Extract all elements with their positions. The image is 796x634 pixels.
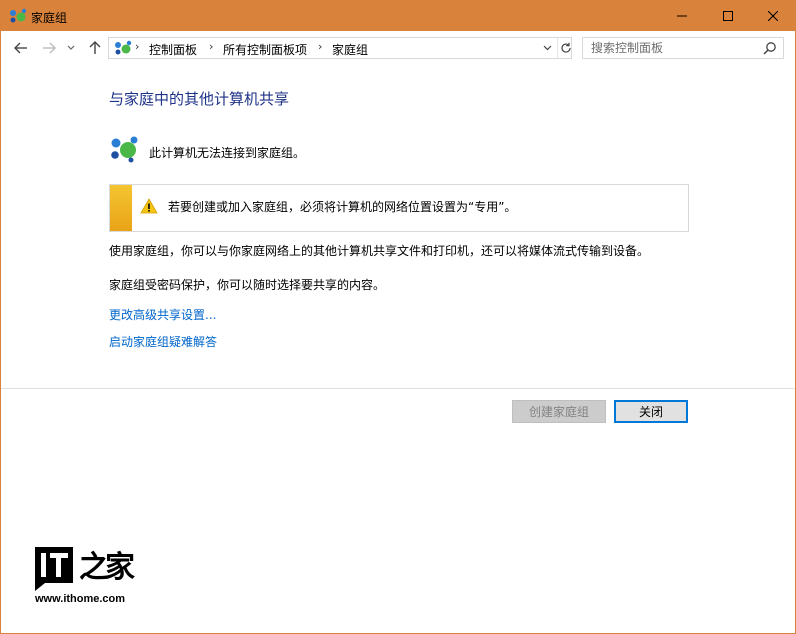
homegroup-icon xyxy=(10,8,27,23)
search-input[interactable] xyxy=(591,40,761,56)
description-text: 使用家庭组，你可以与你家庭网络上的其他计算机共享文件和打印机，还可以将媒体流式传… xyxy=(109,244,650,258)
maximize-icon xyxy=(723,11,733,21)
warning-icon xyxy=(140,198,158,214)
breadcrumb-homegroup[interactable]: 家庭组 xyxy=(332,41,368,58)
minimize-icon xyxy=(677,15,687,17)
watermark-url: www.ithome.com xyxy=(35,593,126,605)
forward-button[interactable] xyxy=(40,39,58,57)
back-button[interactable] xyxy=(12,39,30,57)
window-title: 家庭组 xyxy=(31,11,68,25)
up-arrow-icon xyxy=(89,41,101,54)
page-title: 与家庭中的其他计算机共享 xyxy=(109,90,290,108)
warning-text: 若要创建或加入家庭组，必须将计算机的网络位置设置为“专用”。 xyxy=(168,200,517,214)
search-box xyxy=(582,37,784,59)
chevron-right-icon: › xyxy=(135,40,140,53)
maximize-button[interactable] xyxy=(705,1,751,31)
warning-banner: 若要创建或加入家庭组，必须将计算机的网络位置设置为“专用”。 xyxy=(109,184,689,232)
chevron-right-icon: › xyxy=(209,40,214,53)
breadcrumb-control-panel[interactable]: 控制面板 xyxy=(149,41,197,58)
troubleshoot-link[interactable]: 启动家庭组疑难解答 xyxy=(109,333,217,350)
password-note-text: 家庭组受密码保护，你可以随时选择要共享的内容。 xyxy=(109,278,386,292)
refresh-icon xyxy=(560,42,571,53)
homegroup-icon xyxy=(115,40,132,55)
address-bar[interactable]: › 控制面板 › 所有控制面板项 › 家庭组 xyxy=(108,37,572,59)
address-dropdown-button[interactable] xyxy=(539,38,555,58)
close-button[interactable]: 关闭 xyxy=(614,400,688,423)
breadcrumb-all-items[interactable]: 所有控制面板项 xyxy=(223,41,307,58)
recent-locations-button[interactable] xyxy=(65,39,77,57)
advanced-sharing-link[interactable]: 更改高级共享设置... xyxy=(109,306,216,323)
up-button[interactable] xyxy=(86,39,104,57)
create-homegroup-button[interactable]: 创建家庭组 xyxy=(512,400,606,423)
connection-status-text: 此计算机无法连接到家庭组。 xyxy=(149,146,306,160)
homegroup-large-icon xyxy=(111,136,138,163)
svg-text:家: 家 xyxy=(105,550,135,585)
close-icon xyxy=(768,11,778,21)
chevron-right-icon: › xyxy=(318,40,323,53)
chevron-down-icon xyxy=(543,45,551,51)
refresh-button[interactable] xyxy=(557,38,573,58)
footer-divider xyxy=(1,388,795,389)
chevron-down-icon xyxy=(67,45,75,50)
warning-stripe xyxy=(110,185,132,231)
title-bar: 家庭组 xyxy=(1,1,795,31)
homegroup-window: 家庭组 › 控制面板 › 所有控制面板项 › 家庭组 搜索控制面板 与家庭中的其… xyxy=(0,0,796,634)
minimize-button[interactable] xyxy=(659,1,705,31)
search-icon[interactable] xyxy=(763,41,777,55)
forward-arrow-icon xyxy=(43,42,56,54)
back-arrow-icon xyxy=(14,42,27,54)
close-window-button[interactable] xyxy=(750,1,796,31)
